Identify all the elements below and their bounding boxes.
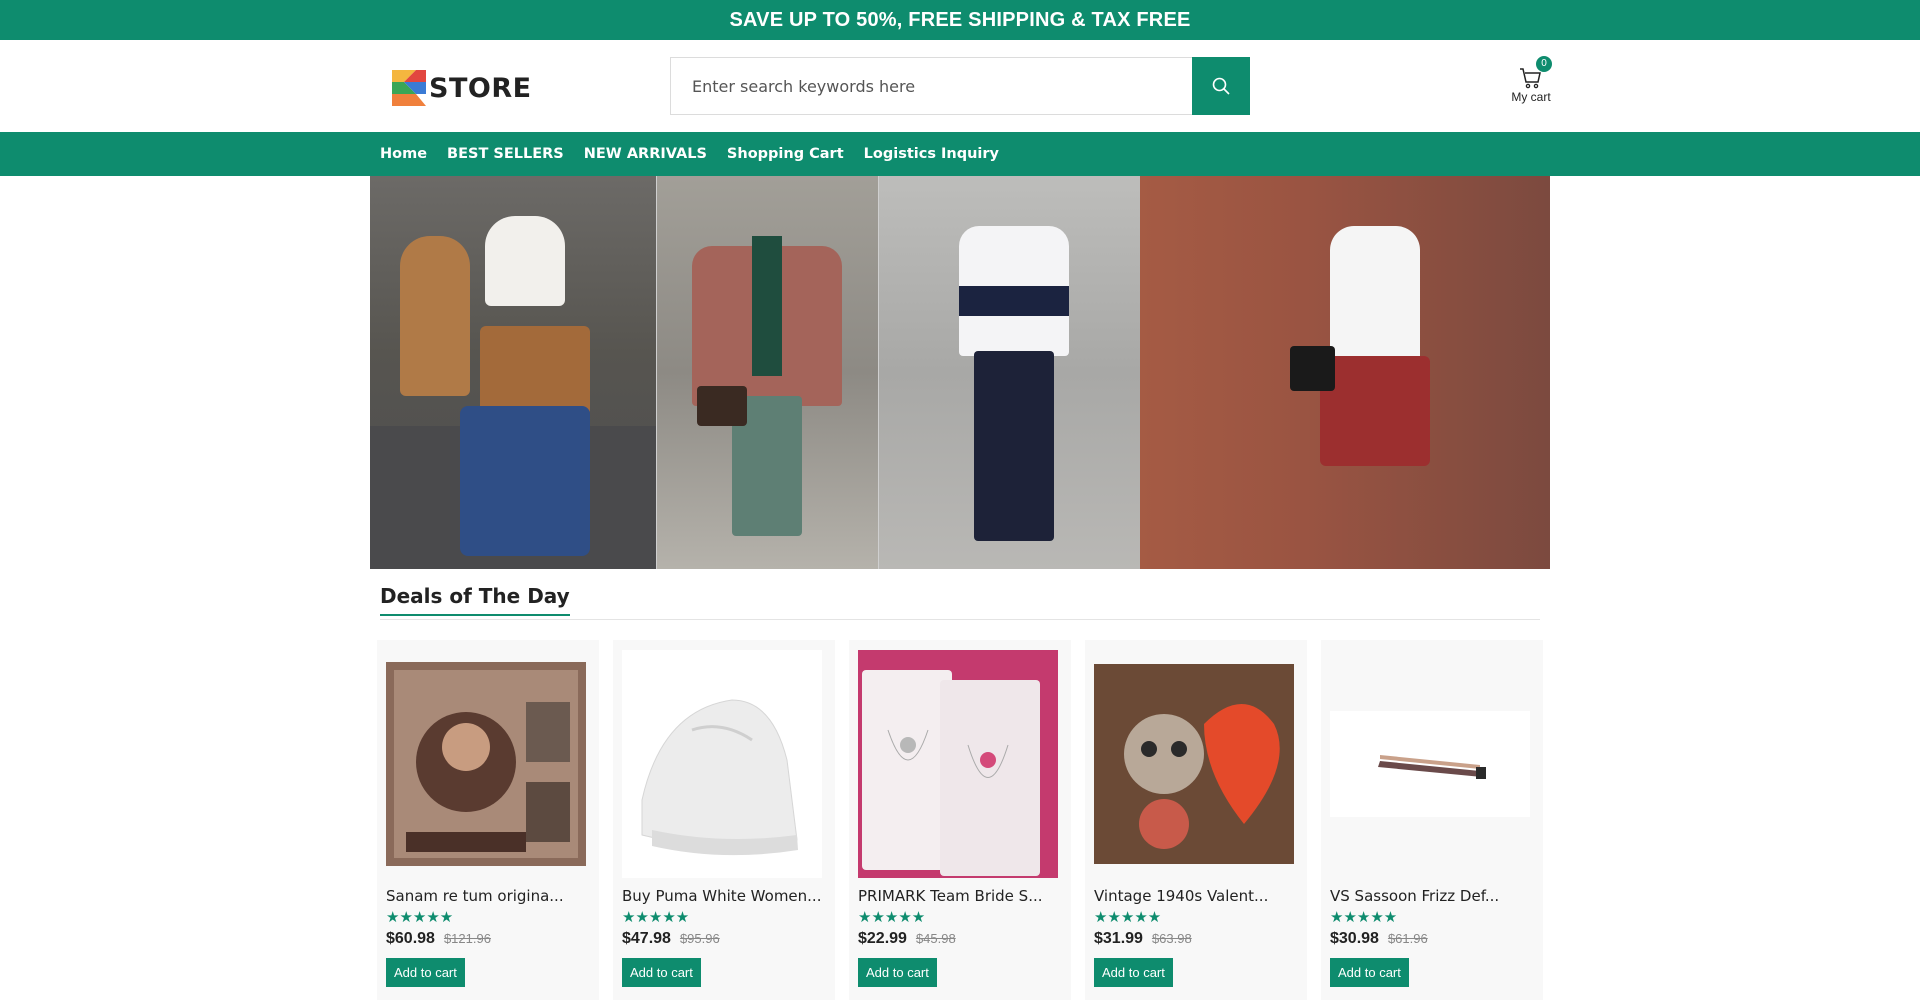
product-price: $31.99 [1094,930,1143,947]
add-to-cart-button[interactable]: Add to cart [858,958,937,987]
nav-item-home[interactable]: Home [380,146,427,162]
product-name[interactable]: VS Sassoon Frizz Def... [1330,887,1534,905]
deals-section-header: Deals of The Day [380,584,1540,620]
product-card[interactable]: Vintage 1940s Valent... ★★★★★ $31.99 $63… [1085,640,1307,1000]
product-card[interactable]: Sanam re tum origina... ★★★★★ $60.98 $12… [377,640,599,1000]
product-rating: ★★★★★ [858,909,926,926]
nav-item-shopping-cart[interactable]: Shopping Cart [727,146,844,162]
add-to-cart-button[interactable]: Add to cart [386,958,465,987]
cart-count-badge: 0 [1536,56,1552,72]
add-to-cart-button[interactable]: Add to cart [1330,958,1409,987]
product-image[interactable] [386,650,586,878]
product-image[interactable] [1094,650,1294,878]
product-rating: ★★★★★ [1094,909,1162,926]
hero-photo-plaid-skirt [1140,176,1550,569]
product-prices: $60.98 $121.96 [386,930,590,948]
nav-item-new-arrivals[interactable]: NEW ARRIVALS [584,146,707,162]
product-rating: ★★★★★ [386,909,454,926]
cart-button[interactable]: 0 My cart [1508,56,1554,104]
product-price: $30.98 [1330,930,1379,947]
product-old-price: $95.96 [679,931,720,946]
product-name[interactable]: PRIMARK Team Bride S... [858,887,1062,905]
product-prices: $30.98 $61.96 [1330,930,1534,948]
site-header: STORE 0 My cart [0,40,1920,132]
white-sneaker-image [622,650,822,878]
search-bar [670,57,1250,115]
main-nav: Home BEST SELLERS NEW ARRIVALS Shopping … [0,132,1920,176]
product-price: $22.99 [858,930,907,947]
product-name[interactable]: Vintage 1940s Valent... [1094,887,1298,905]
search-icon [1212,77,1230,95]
product-card[interactable]: PRIMARK Team Bride S... ★★★★★ $22.99 $45… [849,640,1071,1000]
product-prices: $31.99 $63.98 [1094,930,1298,948]
product-rating: ★★★★★ [1330,909,1398,926]
product-image[interactable] [858,650,1058,878]
product-name[interactable]: Sanam re tum origina... [386,887,590,905]
section-title: Deals of The Day [380,584,570,616]
product-name[interactable]: Buy Puma White Women... [622,887,826,905]
logo-mark-icon [392,70,426,106]
product-price: $60.98 [386,930,435,947]
hair-straightener-image [1330,711,1530,817]
product-old-price: $61.96 [1387,931,1428,946]
hero-photo-striped-top [878,176,1140,569]
product-card[interactable]: VS Sassoon Frizz Def... ★★★★★ $30.98 $61… [1321,640,1543,1000]
product-old-price: $45.98 [915,931,956,946]
hero-photo-plaid-poncho [656,176,878,569]
add-to-cart-button[interactable]: Add to cart [622,958,701,987]
team-bride-necklace-image [858,650,1058,878]
hero-banner[interactable] [370,176,1550,569]
product-price: $47.98 [622,930,671,947]
product-image[interactable] [1330,650,1530,878]
cart-label: My cart [1511,90,1551,104]
product-rating: ★★★★★ [622,909,690,926]
vintage-valentine-card-image [1094,664,1294,864]
product-image[interactable] [622,650,822,878]
add-to-cart-button[interactable]: Add to cart [1094,958,1173,987]
music-album-cover-image [386,662,586,866]
search-button[interactable] [1192,57,1250,115]
product-prices: $22.99 $45.98 [858,930,1062,948]
product-old-price: $63.98 [1151,931,1192,946]
promo-banner: SAVE UP TO 50%, FREE SHIPPING & TAX FREE [0,0,1920,40]
product-old-price: $121.96 [443,931,491,946]
search-input[interactable] [670,57,1192,115]
nav-item-best-sellers[interactable]: BEST SELLERS [447,146,564,162]
nav-item-logistics-inquiry[interactable]: Logistics Inquiry [864,146,999,162]
store-logo[interactable]: STORE [388,68,532,108]
product-prices: $47.98 $95.96 [622,930,826,948]
product-grid: Sanam re tum origina... ★★★★★ $60.98 $12… [377,640,1543,1000]
hero-photo-street-style-duo [370,176,656,569]
cart-icon-wrap: 0 [1516,56,1552,90]
product-card[interactable]: Buy Puma White Women... ★★★★★ $47.98 $95… [613,640,835,1000]
logo-text: STORE [429,72,532,104]
